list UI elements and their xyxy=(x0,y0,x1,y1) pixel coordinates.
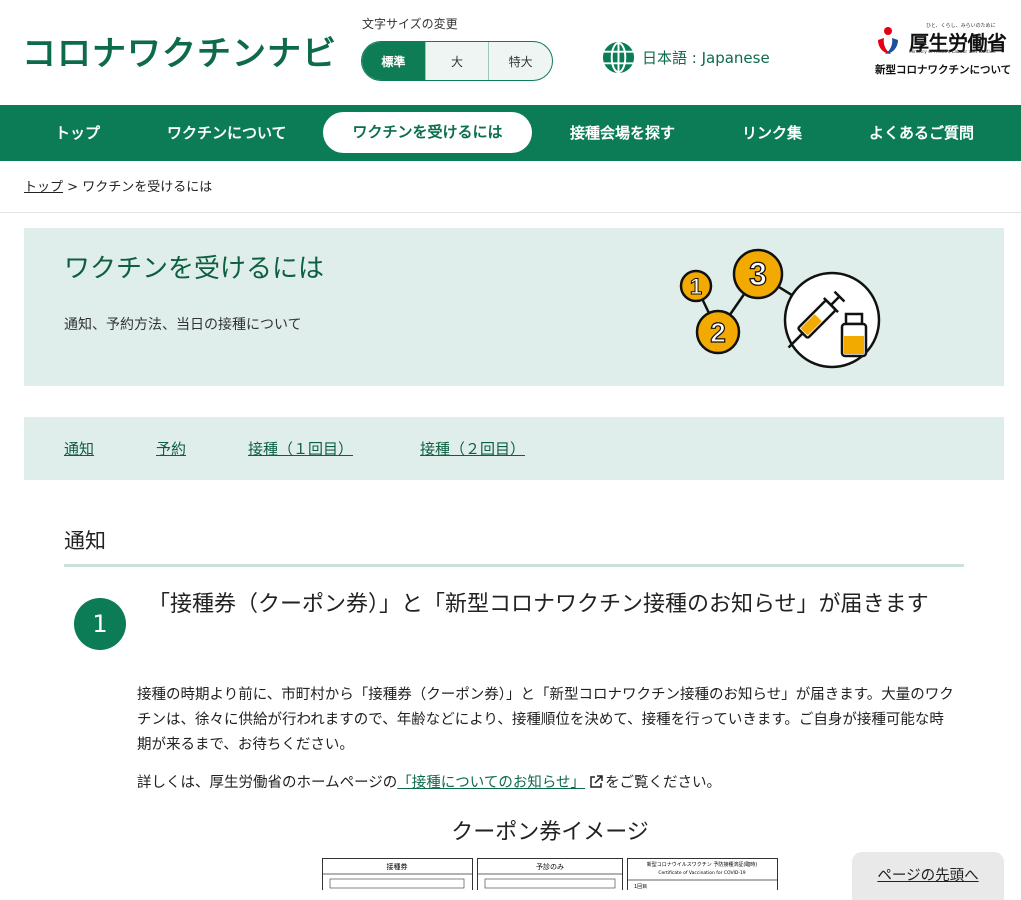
page-hero: ワクチンを受けるには 通知、予約方法、当日の接種について 1 2 3 xyxy=(24,228,1004,386)
site-logo[interactable]: コロナワクチンナビ xyxy=(22,26,337,75)
anchor-notice-link[interactable]: 通知 xyxy=(64,438,94,459)
font-size-large-button[interactable]: 大 xyxy=(426,42,490,80)
section-anchor-nav: 通知 予約 接種（１回目） 接種（２回目） xyxy=(24,417,1004,480)
vaccination-notice-link[interactable]: 「接種についてのお知らせ」 xyxy=(397,775,585,791)
ministry-mark-icon xyxy=(878,27,898,54)
font-size-label: 文字サイズの変更 xyxy=(362,17,458,31)
section-title: 通知 xyxy=(64,529,106,553)
coupon-image: 接種券 予診のみ 新型コロナウイルスワクチン 予防接種済証(臨時) Certif… xyxy=(322,858,778,890)
page-title: ワクチンを受けるには xyxy=(64,254,325,284)
font-size-switcher: 標準 大 特大 xyxy=(361,41,553,81)
step-number-badge: 1 xyxy=(74,598,126,650)
anchor-first-dose-link[interactable]: 接種（１回目） xyxy=(248,438,353,459)
details-text-after: をご覧ください。 xyxy=(605,775,722,791)
details-text-before: 詳しくは、厚生労働省のホームページの xyxy=(137,775,398,791)
language-label: 日本語 : Japanese xyxy=(642,49,770,67)
section-divider xyxy=(64,564,964,567)
global-nav: トップ ワクチンについて ワクチンを受けるには 接種会場を探す リンク集 よくあ… xyxy=(0,105,1021,161)
step-two-number: 2 xyxy=(710,317,726,348)
breadcrumb-separator: > xyxy=(67,180,79,195)
step-title: 「接種券（クーポン券）」と「新型コロナワクチン接種のお知らせ」が届きます xyxy=(148,592,929,617)
nav-item-links[interactable]: リンク集 xyxy=(742,105,802,161)
coupon-col1-title: 接種券 xyxy=(387,862,408,871)
ministry-logo[interactable]: ひと、くらし、みらいのために 厚生労働省 Ministry of Health,… xyxy=(874,22,1012,82)
site-header: コロナワクチンナビ 文字サイズの変更 標準 大 特大 日本語 : Japanes… xyxy=(0,0,1021,105)
step-three-number: 3 xyxy=(749,256,767,292)
external-link-icon xyxy=(590,775,603,788)
back-to-top-label: ページの先頭へ xyxy=(877,868,979,884)
nav-item-find-venue[interactable]: 接種会場を探す xyxy=(570,105,675,161)
font-size-standard-button[interactable]: 標準 xyxy=(362,42,426,80)
font-size-extra-large-button[interactable]: 特大 xyxy=(489,42,552,80)
anchor-second-dose-link[interactable]: 接種（２回目） xyxy=(420,438,525,459)
breadcrumb-divider xyxy=(0,212,1021,213)
nav-item-faq[interactable]: よくあるご質問 xyxy=(869,105,974,161)
globe-icon xyxy=(602,41,635,74)
nav-item-getting-vaccinated[interactable]: ワクチンを受けるには xyxy=(323,112,532,153)
step-one-number: 1 xyxy=(690,274,702,299)
nav-item-top[interactable]: トップ xyxy=(55,105,100,161)
breadcrumb: トップ > ワクチンを受けるには xyxy=(24,176,212,195)
vial-icon xyxy=(840,312,868,358)
coupon-image-caption: クーポン券イメージ xyxy=(451,820,649,845)
back-to-top-button[interactable]: ページの先頭へ xyxy=(852,852,1004,900)
details-paragraph: 詳しくは、厚生労働省のホームページの「接種についてのお知らせ」 をご覧ください。 xyxy=(137,771,957,796)
coupon-col3-title: 新型コロナウイルスワクチン 予防接種済証(臨時) xyxy=(647,861,758,868)
breadcrumb-home-link[interactable]: トップ xyxy=(24,180,63,195)
coupon-row-label: 1回目 xyxy=(634,884,647,890)
ministry-subtitle: 新型コロナワクチンについて xyxy=(875,64,1012,76)
notice-paragraph: 接種の時期より前に、市町村から「接種券（クーポン券）」と「新型コロナワクチン接種… xyxy=(137,687,954,753)
breadcrumb-current: ワクチンを受けるには xyxy=(82,180,213,195)
steps-illustration: 1 2 3 xyxy=(679,248,881,369)
coupon-col2-title: 予診のみ xyxy=(536,862,564,871)
coupon-col3-english: Certificate of Vaccination for COVID-19 xyxy=(658,870,745,876)
language-selector[interactable]: 日本語 : Japanese xyxy=(602,41,770,74)
anchor-reservation-link[interactable]: 予約 xyxy=(156,438,186,459)
nav-item-about-vaccine[interactable]: ワクチンについて xyxy=(167,105,287,161)
page-subtitle: 通知、予約方法、当日の接種について xyxy=(64,317,302,333)
ministry-english-name: Ministry of Health, Labour and Welfare xyxy=(909,50,996,55)
